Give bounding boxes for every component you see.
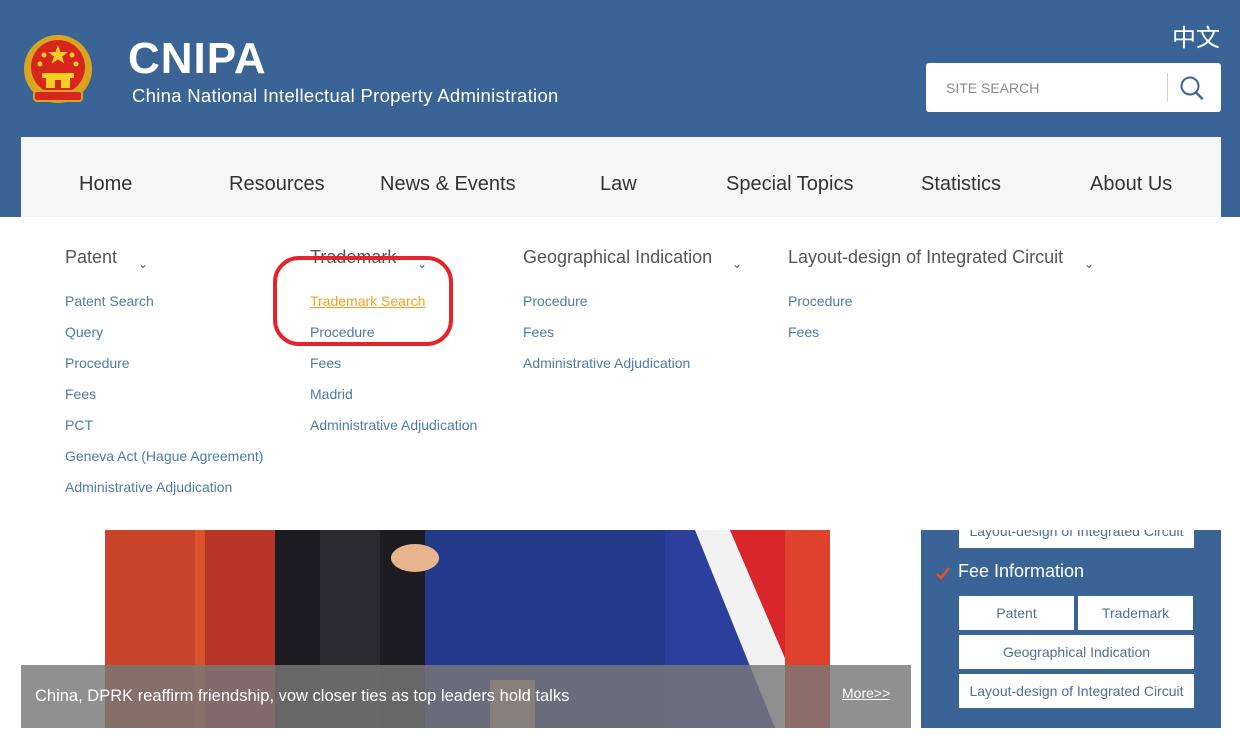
column-heading-patent[interactable]: Patent <box>65 247 117 268</box>
column-heading-geographical-indication[interactable]: Geographical Indication <box>523 247 712 268</box>
site-search-box <box>926 63 1221 112</box>
column-heading-layout-design[interactable]: Layout-design of Integrated Circuit <box>788 247 1063 268</box>
chevron-down-icon[interactable]: ⌄ <box>732 257 742 271</box>
search-input[interactable] <box>936 71 1161 104</box>
chevron-down-icon[interactable]: ⌄ <box>138 257 148 271</box>
patent-link-fees[interactable]: Fees <box>65 386 96 402</box>
layout-link-procedure[interactable]: Procedure <box>788 293 853 309</box>
layout-link-fees[interactable]: Fees <box>788 324 819 340</box>
banner-caption[interactable]: China, DPRK reaffirm friendship, vow clo… <box>35 687 569 706</box>
nav-item-home[interactable]: Home <box>79 173 132 196</box>
gi-link-administrative-adjudication[interactable]: Administrative Adjudication <box>523 355 690 371</box>
trademark-link-madrid[interactable]: Madrid <box>310 386 353 402</box>
trademark-link-fees[interactable]: Fees <box>310 355 341 371</box>
fee-button-trademark[interactable]: Trademark <box>1078 596 1193 630</box>
site-full-name: China National Intellectual Property Adm… <box>132 85 559 106</box>
fee-button-layout-design[interactable]: Layout-design of Integrated Circuit <box>959 674 1194 708</box>
chevron-down-icon[interactable]: ⌄ <box>1084 257 1094 271</box>
nav-item-resources[interactable]: Resources <box>229 173 325 196</box>
gi-link-fees[interactable]: Fees <box>523 324 554 340</box>
column-heading-trademark[interactable]: Trademark <box>310 247 396 268</box>
mega-dropdown-panel: Patent ⌄ Patent Search Query Procedure F… <box>21 217 1221 530</box>
fee-button-patent[interactable]: Patent <box>959 596 1074 630</box>
mega-dropdown: Patent ⌄ Patent Search Query Procedure F… <box>0 217 1240 530</box>
checkmark-icon <box>936 567 950 580</box>
chevron-down-icon[interactable]: ⌄ <box>417 257 427 271</box>
fee-information-title: Fee Information <box>958 561 1085 581</box>
gi-link-procedure[interactable]: Procedure <box>523 293 588 309</box>
patent-link-pct[interactable]: PCT <box>65 417 93 433</box>
trademark-link-administrative-adjudication[interactable]: Administrative Adjudication <box>310 417 477 433</box>
nav-item-statistics[interactable]: Statistics <box>921 173 1001 196</box>
more-link[interactable]: More>> <box>842 685 890 701</box>
nav-item-news-events[interactable]: News & Events <box>380 173 516 196</box>
search-icon[interactable] <box>1176 73 1208 103</box>
nav-item-about-us[interactable]: About Us <box>1090 173 1172 196</box>
patent-link-geneva-act[interactable]: Geneva Act (Hague Agreement) <box>65 448 263 464</box>
patent-link-procedure[interactable]: Procedure <box>65 355 130 371</box>
nav-item-special-topics[interactable]: Special Topics <box>726 173 853 196</box>
nav-item-law[interactable]: Law <box>600 173 637 196</box>
trademark-link-trademark-search[interactable]: Trademark Search <box>310 293 425 309</box>
patent-link-administrative-adjudication[interactable]: Administrative Adjudication <box>65 479 232 495</box>
patent-link-query[interactable]: Query <box>65 324 103 340</box>
national-emblem-icon <box>24 35 92 103</box>
fee-button-geographical-indication[interactable]: Geographical Indication <box>959 635 1194 669</box>
patent-link-patent-search[interactable]: Patent Search <box>65 293 154 309</box>
search-divider <box>1167 73 1168 102</box>
main-nav: Home Resources News & Events Law Special… <box>21 137 1221 217</box>
fee-information-panel: Layout-design of Integrated Circuit Fee … <box>921 514 1221 728</box>
banner-caption-bar: China, DPRK reaffirm friendship, vow clo… <box>21 665 911 728</box>
site-name: CNIPA <box>128 34 267 83</box>
trademark-link-procedure[interactable]: Procedure <box>310 324 375 340</box>
language-switch-link[interactable]: 中文 <box>1172 18 1220 53</box>
